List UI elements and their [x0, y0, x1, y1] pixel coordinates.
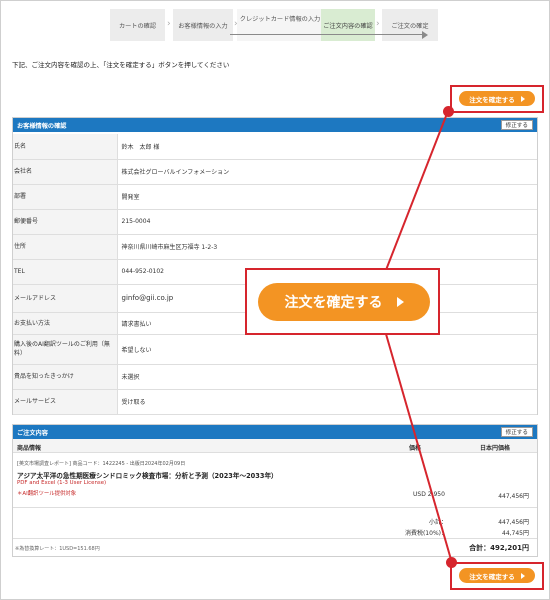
marker-dot-top	[443, 106, 454, 117]
leader-line-top	[385, 110, 449, 271]
arrow-right-icon	[396, 297, 404, 307]
marker-dot-bottom	[446, 557, 457, 568]
confirm-order-button-enlarged[interactable]: 注文を確定する	[258, 283, 430, 321]
leader-line-bottom	[385, 333, 453, 564]
confirm-label: 注文を確定する	[284, 295, 383, 311]
